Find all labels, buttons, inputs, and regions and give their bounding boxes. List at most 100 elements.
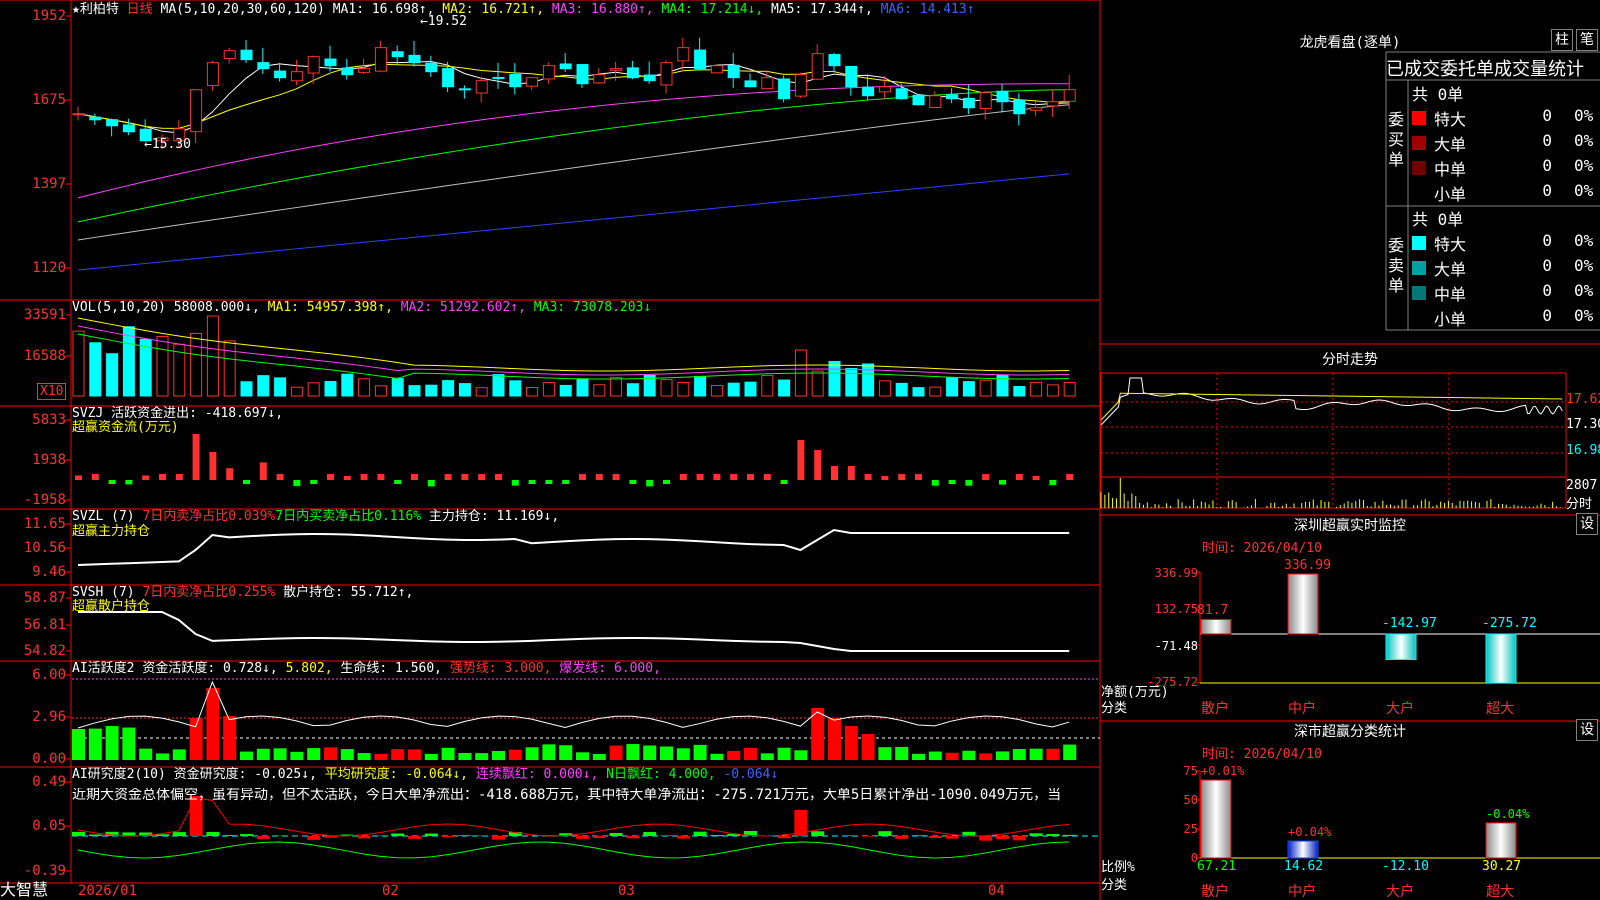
flow-bar: [831, 466, 838, 480]
activity-bar: [878, 747, 892, 760]
research-bar: [424, 833, 438, 836]
activity-bar: [1046, 748, 1060, 760]
favorite-star-icon[interactable]: ★: [72, 2, 80, 17]
research-bar: [878, 831, 892, 836]
flow-bar: [478, 474, 486, 480]
svsh-label: SVSH (7): [72, 585, 135, 600]
candle-body: [778, 78, 791, 100]
volume-bar: [1013, 386, 1026, 397]
svzl-axis-1: 10.56: [23, 540, 66, 556]
svzj-axis-0: 5833: [32, 412, 66, 428]
research-bar: [928, 836, 942, 839]
flow-bar: [915, 474, 922, 480]
flow-bar: [747, 474, 754, 480]
volume-bar: [156, 335, 169, 397]
lhb-header: 已成交委托单成交量统计: [1386, 59, 1584, 80]
flow-bar: [259, 462, 267, 480]
sell-row-swatch: [1412, 261, 1426, 275]
research-bar: [307, 836, 321, 840]
flow-bar: [528, 480, 536, 484]
monitor-axis-2: -71.48: [1154, 639, 1198, 653]
volume-bar: [610, 377, 623, 397]
period-label[interactable]: 日线: [127, 2, 153, 17]
research-bar: [1029, 833, 1043, 836]
activity-bar: [1063, 744, 1077, 760]
tick-view-button[interactable]: 笔: [1576, 29, 1598, 51]
candle-body: [610, 68, 623, 71]
classify-time: 时间: 2026/04/10: [1202, 747, 1322, 762]
activity-bar: [744, 747, 757, 760]
main-chart-canvas[interactable]: [0, 0, 1600, 900]
date-label-0: 2026/01: [78, 883, 138, 899]
column-view-button[interactable]: 柱: [1551, 29, 1573, 51]
flow-bar: [1032, 475, 1040, 480]
stock-name: 利柏特: [79, 2, 119, 17]
classify-axis-0: 75: [1183, 764, 1198, 778]
volume-bar: [442, 380, 455, 397]
volume-bar: [727, 382, 740, 397]
activity-bar: [391, 749, 405, 760]
candle-body: [1013, 99, 1026, 115]
volume-bar: [962, 381, 975, 397]
candle-body: [1046, 101, 1059, 107]
sell-total: 共 0单: [1412, 210, 1464, 229]
svsh-axis-1: 56.81: [23, 617, 66, 633]
research-bar: [643, 832, 657, 836]
classify-bar: [1287, 840, 1319, 859]
volume-bar: [878, 380, 891, 397]
candle-body: [1063, 89, 1076, 102]
flow-bar: [377, 474, 385, 480]
activity-bar: [710, 753, 724, 760]
sell-side-label: 委卖单: [1387, 236, 1404, 295]
candle-body: [626, 67, 639, 79]
activity-bar: [206, 688, 220, 760]
flow-bar: [696, 474, 704, 480]
monitor-settings-button[interactable]: 设: [1576, 513, 1598, 535]
sell-row-percent: 0%: [1574, 256, 1594, 275]
vol-ma2: MA2: 51292.602↑,: [400, 300, 526, 315]
sell-row-name: 大单: [1434, 260, 1467, 279]
ma5-value: MA5: 17.344↑,: [771, 2, 873, 17]
candle-body: [761, 77, 774, 90]
monitor-category-label: 散户: [1201, 701, 1229, 717]
sell-row-value: 0: [1542, 306, 1552, 325]
low-price-label: ←15.30: [144, 137, 191, 152]
flow-bar: [629, 480, 637, 484]
fenshi-vol-axis-1: 分时: [1566, 497, 1593, 512]
vol-legend: VOL(5,10,20) 58008.000↓, MA1: 54957.398↑…: [72, 300, 651, 315]
candle-body: [878, 86, 891, 93]
classify-settings-button[interactable]: 设: [1576, 719, 1598, 741]
sell-row-name: 特大: [1434, 235, 1467, 254]
ma-line: [77, 173, 1070, 271]
flow-bar: [545, 480, 553, 484]
vol-axis-0: 33591: [23, 307, 66, 323]
candle-body: [223, 50, 236, 60]
svzl-sub: 超赢主力持仓: [72, 524, 151, 539]
research-bar: [811, 831, 825, 836]
vol-value: 58008.000↓,: [173, 300, 260, 315]
research-bar: [777, 836, 791, 839]
buy-row-name: 特大: [1434, 110, 1467, 129]
sell-row-swatch: [1412, 236, 1426, 250]
activity-bar: [760, 753, 774, 760]
activity-bar: [72, 729, 85, 760]
svsh-axis-2: 54.82: [23, 643, 66, 659]
research-bar: [88, 834, 102, 836]
monitor-axis-0: 336.99: [1154, 566, 1198, 580]
flow-bar: [1066, 474, 1074, 480]
research-bar: [172, 832, 186, 836]
flow-bar: [360, 474, 368, 480]
research-bar: [945, 836, 959, 839]
activity-bar: [643, 745, 657, 760]
classify-bar: [1200, 779, 1232, 859]
classify-category-label: 大户: [1386, 884, 1414, 900]
activity-bar: [492, 750, 505, 760]
volume-bar: [744, 381, 757, 397]
candle-body: [475, 80, 488, 94]
candle-body: [727, 64, 740, 79]
activity-bar: [324, 747, 337, 760]
ai-research-value: 资金研究度: -0.025↓,: [173, 767, 317, 782]
volume-bar: [1030, 381, 1043, 397]
monitor-bar-label: 81.7: [1197, 603, 1229, 619]
activity-bar: [172, 749, 186, 760]
